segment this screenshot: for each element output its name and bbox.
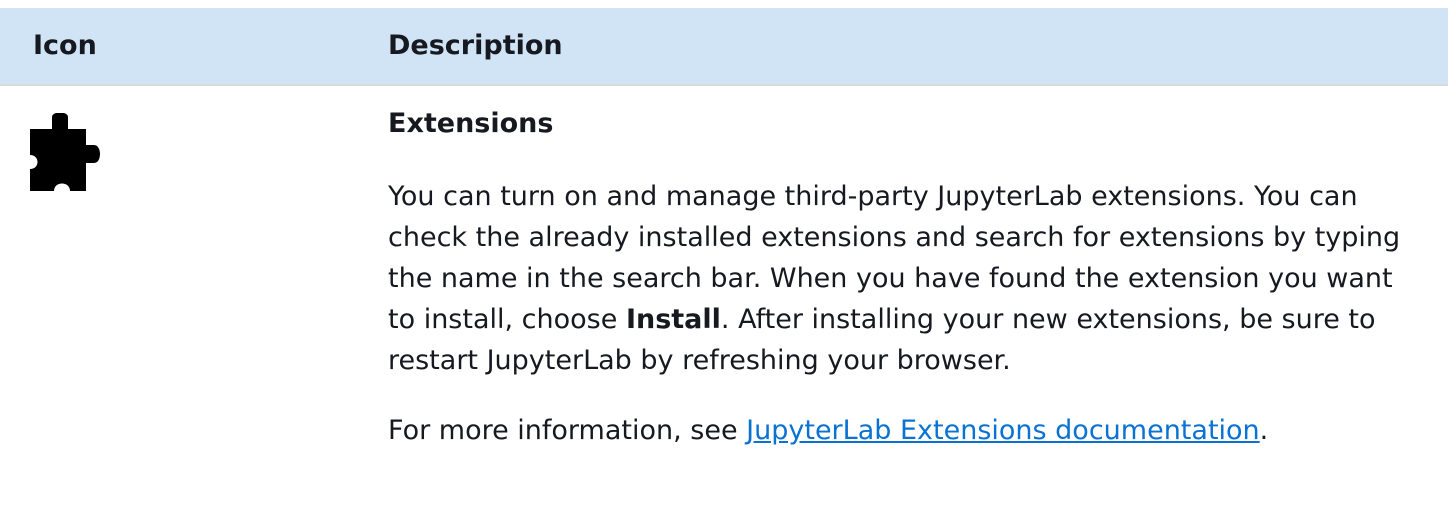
- column-header-icon: Icon: [33, 30, 97, 61]
- puzzle-piece-icon: [30, 112, 110, 195]
- jupyterlab-extensions-doc-link[interactable]: JupyterLab Extensions documentation: [746, 415, 1260, 446]
- more-info-prefix: For more information, see: [388, 415, 747, 446]
- more-info-suffix: .: [1259, 415, 1269, 446]
- install-emphasis: Install: [625, 304, 721, 335]
- icon-description-table: Icon Description Extensions You can turn…: [0, 0, 1448, 512]
- table-header-row: Icon Description: [0, 8, 1448, 86]
- more-info-text: For more information, see JupyterLab Ext…: [388, 411, 1428, 451]
- column-header-description: Description: [388, 30, 563, 61]
- description-cell: Extensions You can turn on and manage th…: [388, 104, 1428, 451]
- extensions-title: Extensions: [388, 108, 554, 139]
- extensions-description: You can turn on and manage third-party J…: [388, 176, 1428, 381]
